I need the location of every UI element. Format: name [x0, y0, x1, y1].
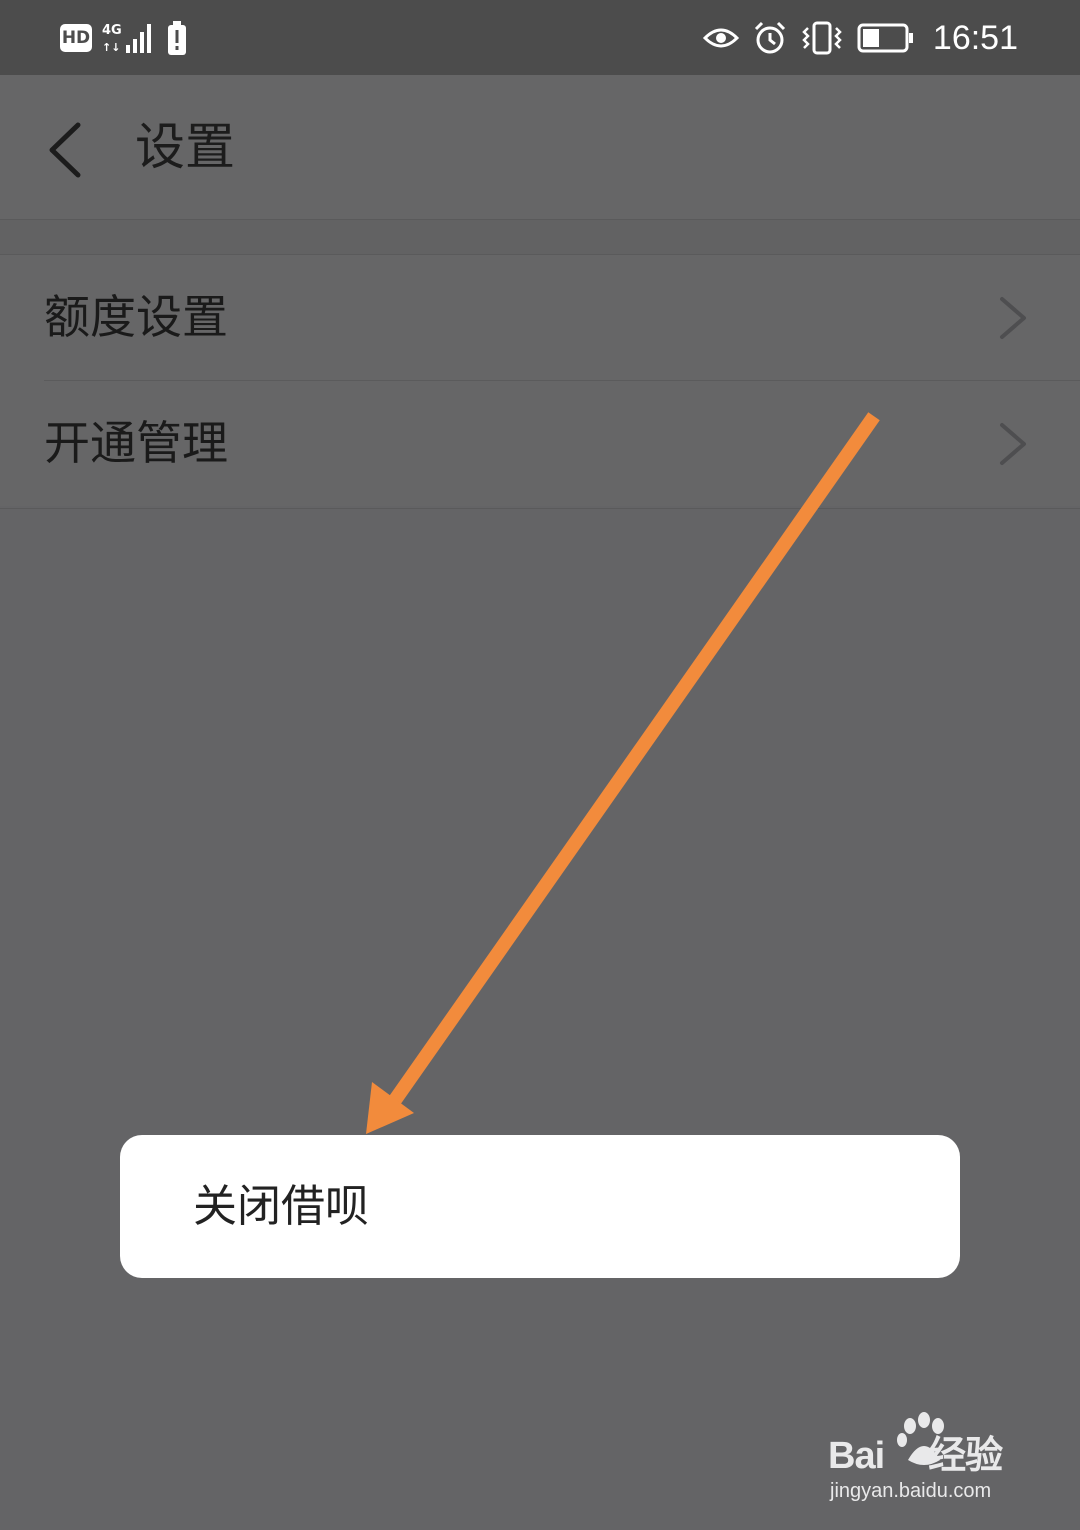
watermark-url: jingyan.baidu.com	[830, 1480, 992, 1502]
hd-icon: HD	[60, 24, 92, 52]
settings-item-quota[interactable]: 额度设置	[0, 255, 1080, 380]
watermark-brand-left: Bai	[828, 1435, 885, 1477]
section-divider	[0, 220, 1080, 255]
popup-option-label: 关闭借呗	[193, 1181, 369, 1232]
alarm-icon	[754, 21, 785, 54]
svg-text:↑↓: ↑↓	[102, 41, 120, 54]
signal-4g-icon: 4G ↑↓	[102, 23, 151, 54]
vibrate-icon	[802, 21, 842, 55]
baidu-jingyan-watermark: Bai 经验 jingyan.baidu.com	[828, 1412, 1028, 1512]
clock-time: 16:51	[932, 18, 1018, 57]
battery-icon	[857, 23, 913, 53]
eye-icon	[702, 28, 739, 48]
network-type-label: 4G	[102, 23, 122, 38]
status-right: 16:51	[702, 14, 1018, 62]
chevron-left-icon[interactable]	[40, 115, 100, 185]
baidu-paw-icon	[897, 1412, 944, 1465]
settings-list: 额度设置 开通管理	[0, 255, 1080, 506]
status-left: HD 4G ↑↓	[60, 18, 188, 58]
battery-alert-icon	[168, 21, 186, 55]
list-bottom-border	[0, 508, 1080, 509]
close-jiebei-option[interactable]: 关闭借呗	[120, 1135, 960, 1278]
settings-item-label: 额度设置	[44, 290, 228, 344]
settings-item-activation[interactable]: 开通管理	[44, 380, 1080, 506]
app-bar: 设置	[0, 75, 1080, 220]
page-title: 设置	[135, 118, 235, 176]
status-bar: HD 4G ↑↓ 16:51	[0, 0, 1080, 75]
settings-item-label: 开通管理	[44, 416, 228, 470]
chevron-right-icon	[1000, 423, 1026, 465]
chevron-right-icon	[1000, 297, 1026, 339]
